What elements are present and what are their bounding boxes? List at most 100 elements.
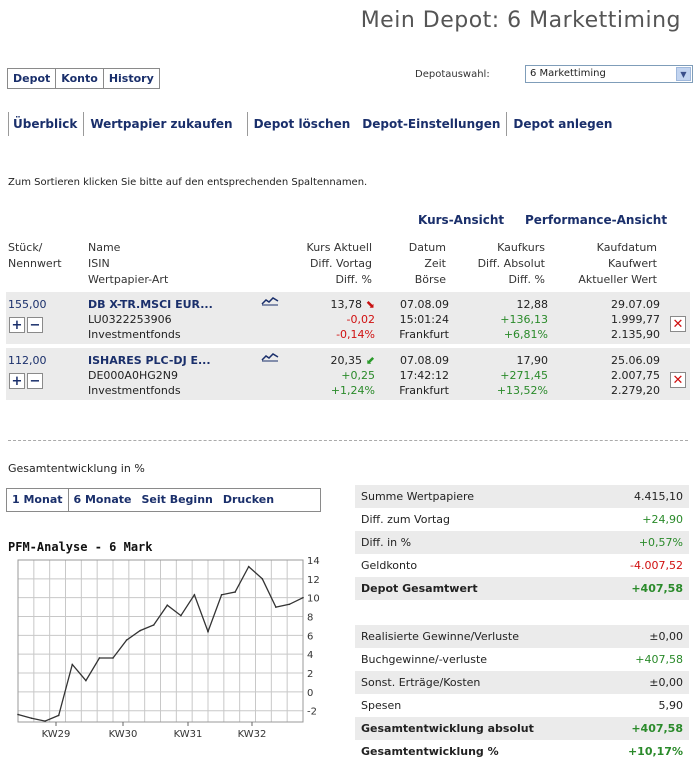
summary-label: Realisierte Gewinne/Verluste [361, 630, 519, 643]
data-point [112, 657, 114, 659]
col-label: Stück/ [8, 241, 43, 254]
performance-chart: -2 0 2 4 6 8 10 12 14 KW29 KW30 KW31 KW32 [17, 556, 320, 740]
depot-settings-link[interactable]: Depot-Einstellungen [356, 112, 506, 136]
summary-row: Geldkonto -4.007,52 [355, 554, 689, 577]
col-label: ISIN [88, 257, 110, 270]
y-tick-label: 10 [307, 594, 320, 605]
performance-view-link[interactable]: Performance-Ansicht [525, 213, 667, 227]
data-point [220, 594, 223, 596]
chart-icon[interactable] [261, 296, 279, 306]
tab-konto[interactable]: Konto [56, 69, 104, 88]
data-point [125, 639, 128, 641]
zeit: 17:42:12 [399, 369, 449, 382]
quantity: 112,00 [8, 354, 47, 367]
plus-icon[interactable]: + [9, 373, 25, 389]
col-quantity[interactable]: Stück/ Nennwert [8, 240, 62, 272]
col-kaufdatum[interactable]: Kaufdatum Kaufwert Aktueller Wert [578, 240, 657, 288]
security-type: Investmentfonds [88, 328, 181, 341]
tab-1-monat[interactable]: 1 Monat [7, 489, 69, 511]
divider [8, 440, 688, 441]
kurs-view-link[interactable]: Kurs-Ansicht [418, 213, 504, 227]
data-point [44, 720, 46, 722]
main-tabs: Depot Konto History [7, 68, 160, 89]
col-label: Kurs Aktuell [306, 241, 372, 254]
data-point [275, 606, 277, 608]
summary-row: Buchgewinne/-verluste +407,58 [355, 648, 689, 671]
col-label: Diff. Absolut [477, 257, 545, 270]
summary-row: Summe Wertpapiere 4.415,10 [355, 485, 689, 508]
data-point [247, 565, 250, 568]
kaufwert: 1.999,77 [611, 313, 660, 326]
col-label: Diff. Vortag [309, 257, 372, 270]
minus-icon[interactable]: − [27, 373, 43, 389]
summary-value: ±0,00 [649, 630, 683, 643]
summary-value: 5,90 [658, 699, 684, 712]
summary-label: Summe Wertpapiere [361, 490, 475, 503]
action-bar: Überblick Wertpapier zukaufen Depot lösc… [8, 112, 618, 136]
plus-icon[interactable]: + [9, 317, 25, 333]
diff-absolut: +136,13 [500, 313, 548, 326]
data-point [71, 663, 74, 666]
delete-icon[interactable]: ✕ [670, 372, 686, 388]
tab-depot[interactable]: Depot [8, 69, 57, 88]
col-label: Kaufwert [607, 257, 657, 270]
data-point [193, 594, 196, 596]
qty-controls: + − [9, 317, 43, 333]
summary-value: +10,17% [627, 745, 683, 758]
summary-value: +407,58 [631, 582, 683, 595]
summary-value: +0,57% [638, 536, 683, 549]
col-kurs[interactable]: Kurs Aktuell Diff. Vortag Diff. % [307, 240, 372, 288]
tab-history[interactable]: History [104, 69, 159, 88]
performance-tabs: 1 Monat 6 Monate Seit Beginn Drucken [6, 488, 321, 512]
summary-label: Diff. zum Vortag [361, 513, 451, 526]
security-name-link[interactable]: ISHARES PLC-DJ E... [88, 353, 211, 368]
data-point [98, 657, 101, 659]
data-point [288, 603, 291, 606]
table-row: 155,00 + − DB X-TR.MSCI EUR... LU0322253… [6, 292, 690, 344]
y-tick-label: 12 [307, 575, 320, 586]
x-tick-label: KW32 [238, 729, 267, 740]
tab-6-monate[interactable]: 6 Monate [69, 489, 137, 511]
col-name[interactable]: Name ISIN Wertpapier-Art [88, 240, 168, 288]
y-tick-label: 14 [307, 556, 320, 567]
col-label: Kaufkurs [497, 241, 545, 254]
delete-icon[interactable]: ✕ [670, 316, 686, 332]
tab-seit-beginn[interactable]: Seit Beginn [136, 489, 217, 511]
summary-label: Diff. in % [361, 536, 412, 549]
data-point [152, 624, 155, 626]
depot-select[interactable]: 6 Markettiming ▼ [525, 65, 693, 83]
chevron-down-icon[interactable]: ▼ [676, 67, 691, 81]
y-tick-label: 4 [307, 650, 313, 661]
overview-link[interactable]: Überblick [8, 112, 83, 136]
isin: LU0322253906 [88, 313, 172, 326]
y-tick-label: -2 [307, 707, 317, 718]
aktueller-wert: 2.135,90 [611, 328, 660, 341]
summary-row: Spesen 5,90 [355, 694, 689, 717]
summary-row: Diff. zum Vortag +24,90 [355, 508, 689, 531]
table-row: 112,00 + − ISHARES PLC-DJ E... DE000A0HG… [6, 348, 690, 400]
summary-value: ±0,00 [649, 676, 683, 689]
boerse: Frankfurt [399, 328, 449, 341]
minus-icon[interactable]: − [27, 317, 43, 333]
summary-row: Gesamtentwicklung % +10,17% [355, 740, 689, 763]
col-kaufkurs[interactable]: Kaufkurs Diff. Absolut Diff. % [478, 240, 545, 288]
col-datum[interactable]: Datum Zeit Börse [409, 240, 446, 288]
col-label: Aktueller Wert [578, 273, 657, 286]
kaufdatum: 29.07.09 [611, 298, 660, 311]
create-depot-link[interactable]: Depot anlegen [506, 112, 618, 136]
security-name-link[interactable]: DB X-TR.MSCI EUR... [88, 297, 213, 312]
chart-icon[interactable] [261, 352, 279, 362]
data-point [207, 630, 209, 633]
summary-row: Sonst. Erträge/Kosten ±0,00 [355, 671, 689, 694]
y-tick-label: 0 [307, 688, 313, 699]
data-point [57, 714, 60, 717]
buy-security-link[interactable]: Wertpapier zukaufen [83, 112, 238, 136]
delete-depot-link[interactable]: Depot löschen [246, 112, 357, 136]
print-button[interactable]: Drucken [218, 489, 279, 511]
arrow-down-icon: ⬊ [365, 298, 375, 311]
data-point [139, 629, 141, 632]
depot-select-label: Depotauswahl: [415, 69, 490, 80]
data-point [302, 596, 304, 599]
quantity: 155,00 [8, 298, 47, 311]
col-label: Wertpapier-Art [88, 273, 169, 286]
